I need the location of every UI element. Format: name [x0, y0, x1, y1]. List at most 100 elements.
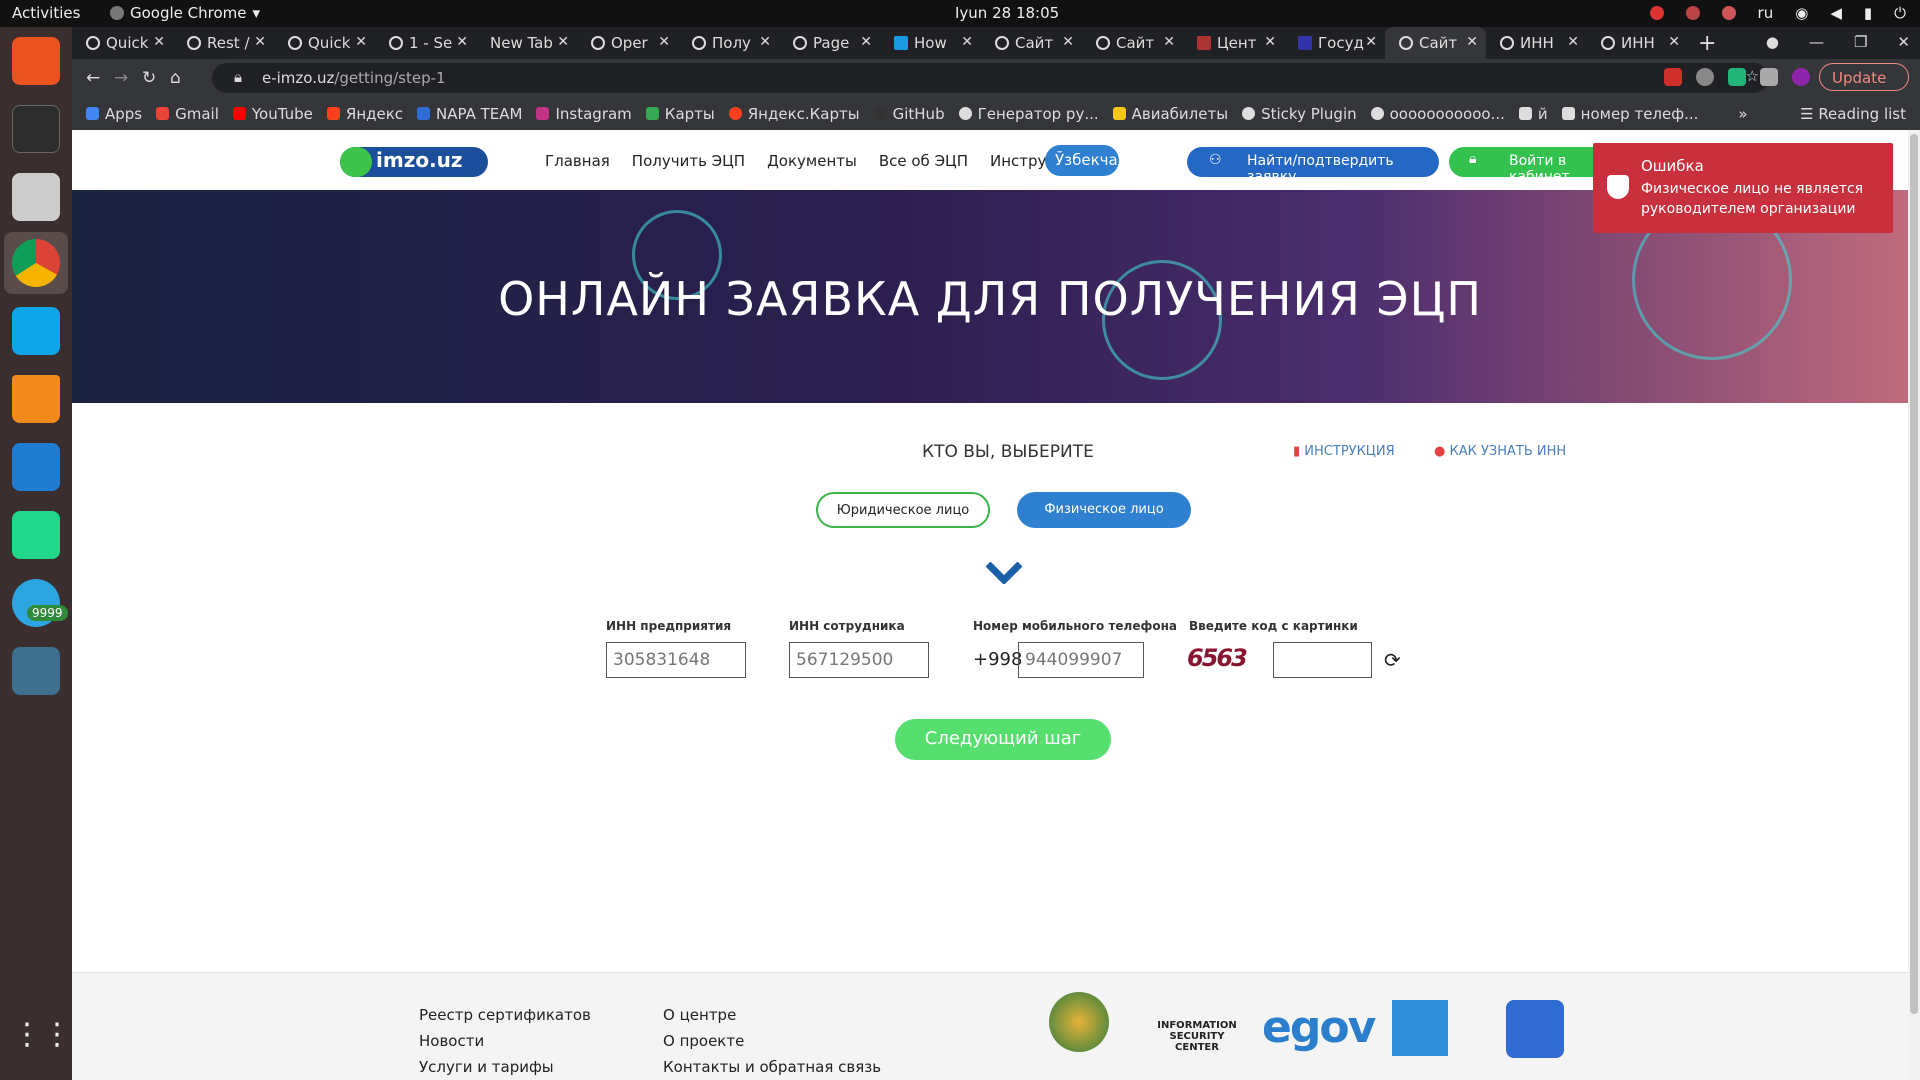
uzbekistan-emblem-icon[interactable] [1049, 992, 1109, 1052]
find-application-button[interactable]: ⚇ Найти/подтвердить заявку [1187, 147, 1439, 185]
bookmark-generator[interactable]: Генератор ру... [958, 105, 1099, 123]
error-toast[interactable]: Ошибка Физическое лицо не является руков… [1593, 143, 1893, 233]
puzzle-icon[interactable] [1760, 68, 1778, 86]
close-tab-icon[interactable]: ✕ [1264, 34, 1276, 50]
browser-tab[interactable]: Rest / ✕ [173, 27, 274, 59]
show-apps-icon[interactable]: ⋮⋮ [12, 1017, 72, 1065]
page-scrollbar[interactable] [1908, 130, 1920, 1080]
back-icon[interactable]: ← [86, 68, 100, 88]
language-button[interactable]: Ўзбекча [1045, 145, 1119, 176]
close-tab-icon[interactable]: ✕ [456, 34, 468, 50]
chrome-icon[interactable] [12, 239, 60, 287]
menu-item-get-ecp[interactable]: Получить ЭЦП [632, 152, 745, 170]
bookmark-napa[interactable]: NAPA TEAM [417, 105, 522, 123]
how-to-know-inn-link[interactable]: ● КАК УЗНАТЬ ИНН [1434, 444, 1566, 459]
bookmark-sticky-plugin[interactable]: Sticky Plugin [1242, 105, 1357, 123]
browser-tab[interactable]: Сайт ✕ [981, 27, 1082, 59]
checkmark-logo-icon[interactable] [1392, 1000, 1448, 1056]
vlc-icon[interactable] [12, 375, 60, 423]
site-logo[interactable]: imzo.uz [340, 147, 488, 177]
close-tab-icon[interactable]: ✕ [1365, 34, 1377, 50]
bookmark-yandex[interactable]: Яндекс [326, 105, 403, 123]
maximize-icon[interactable]: ❐ [1854, 33, 1867, 51]
gov-logo-icon[interactable] [1506, 1000, 1564, 1058]
phone-input[interactable]: 944099907 [1018, 642, 1144, 678]
home-icon[interactable]: ⌂ [170, 68, 181, 88]
new-tab-button[interactable]: + [1698, 31, 1716, 56]
bookmark-y[interactable]: й [1518, 105, 1548, 123]
keyboard-layout[interactable]: ru [1758, 4, 1774, 22]
battery-icon[interactable]: ▮ [1864, 4, 1872, 22]
close-tab-icon[interactable]: ✕ [153, 34, 165, 50]
browser-tab[interactable]: Сайт ✕ [1082, 27, 1183, 59]
menu-item-documents[interactable]: Документы [767, 152, 857, 170]
tab-search-icon[interactable]: ● [1766, 33, 1779, 51]
browser-tab[interactable]: How ✕ [880, 27, 981, 59]
close-tab-icon[interactable]: ✕ [1668, 34, 1680, 50]
app-menu[interactable]: Google Chrome ▾ [110, 4, 260, 22]
webstorm-icon[interactable] [12, 307, 60, 355]
extension-icon-2[interactable] [1728, 68, 1746, 86]
bookmark-instagram[interactable]: Instagram [536, 105, 632, 123]
browser-tab[interactable]: New Tab ✕ [476, 27, 577, 59]
menu-item-about-ecp[interactable]: Все об ЭЦП [879, 152, 968, 170]
close-tab-icon[interactable]: ✕ [658, 34, 670, 50]
browser-tab[interactable]: Page ✕ [779, 27, 880, 59]
close-tab-icon[interactable]: ✕ [1466, 34, 1478, 50]
bookmark-gmail[interactable]: Gmail [156, 105, 219, 123]
pycharm-icon[interactable] [12, 511, 60, 559]
minimize-icon[interactable]: — [1809, 33, 1824, 51]
footer-link-registry[interactable]: Реестр сертификатов [419, 1002, 591, 1028]
power-icon[interactable]: ⏻ [1894, 4, 1906, 22]
reading-list[interactable]: ☰ Reading list [1800, 105, 1906, 123]
instruction-link[interactable]: ▮ ИНСТРУКЦИЯ [1293, 444, 1395, 459]
profile-avatar[interactable] [1792, 68, 1810, 86]
refresh-captcha-icon[interactable]: ⟳ [1384, 648, 1401, 672]
close-tab-icon[interactable]: ✕ [1163, 34, 1175, 50]
close-tab-icon[interactable]: ✕ [557, 34, 569, 50]
clock[interactable]: Iyun 28 18:05 [955, 4, 1059, 22]
software-center-icon[interactable] [12, 37, 60, 85]
bookmark-maps[interactable]: Карты [645, 105, 715, 123]
menu-item-home[interactable]: Главная [545, 152, 610, 170]
bookmark-aviatickets[interactable]: Авиабилеты [1112, 105, 1228, 123]
files-icon[interactable] [12, 173, 60, 221]
bookmark-apps[interactable]: Apps [86, 105, 142, 123]
close-tab-icon[interactable]: ✕ [1062, 34, 1074, 50]
company-inn-input[interactable]: 305831648 [606, 642, 746, 678]
close-window-icon[interactable]: ✕ [1897, 33, 1910, 51]
bookmark-phone[interactable]: номер телеф... [1561, 105, 1698, 123]
physical-person-button[interactable]: Физическое лицо [1017, 492, 1191, 528]
address-bar[interactable]: 🔒︎ e-imzo.uz/getting/step-1 ☆ [212, 63, 1769, 93]
bookmarks-overflow[interactable]: » [1738, 105, 1747, 123]
adblock-icon[interactable] [1664, 68, 1682, 86]
tray-app-icon-3[interactable] [1721, 6, 1736, 20]
reload-icon[interactable]: ↻ [142, 68, 156, 88]
employee-inn-input[interactable]: 567129500 [789, 642, 929, 678]
next-step-button[interactable]: Следующий шаг [895, 719, 1111, 760]
browser-tab[interactable]: Полу ✕ [678, 27, 779, 59]
footer-link-contacts[interactable]: Контакты и обратная связь [663, 1054, 881, 1080]
close-tab-icon[interactable]: ✕ [860, 34, 872, 50]
tray-app-icon-2[interactable] [1685, 6, 1700, 20]
footer-link-news[interactable]: Новости [419, 1028, 591, 1054]
terminal-icon[interactable] [12, 105, 60, 153]
legal-entity-button[interactable]: Юридическое лицо [816, 492, 990, 528]
close-tab-icon[interactable]: ✕ [254, 34, 266, 50]
bookmark-github[interactable]: GitHub [873, 105, 945, 123]
captcha-input[interactable] [1273, 642, 1372, 678]
system-tray[interactable]: ru ◉ ◀ ▮ ⏻ [1649, 4, 1906, 22]
bookmark-youtube[interactable]: YouTube [232, 105, 313, 123]
activities-button[interactable]: Activities [12, 4, 80, 22]
infosec-logo[interactable]: INFORMATION SECURITY CENTER [1152, 1020, 1242, 1053]
bookmark-misc[interactable]: ооооооооооо... [1370, 105, 1505, 123]
browser-tab[interactable]: Госуд ✕ [1284, 27, 1385, 59]
vscode-icon[interactable] [12, 443, 60, 491]
volume-icon[interactable]: ◀ [1830, 4, 1842, 22]
browser-tab[interactable]: Quick ✕ [72, 27, 173, 59]
bookmark-yandex-maps[interactable]: Яндекс.Карты [728, 105, 860, 123]
browser-tab[interactable]: ИНН ✕ [1587, 27, 1688, 59]
egov-logo[interactable]: egov [1262, 1002, 1376, 1053]
browser-tab[interactable]: Цент ✕ [1183, 27, 1284, 59]
browser-tab[interactable]: Oper ✕ [577, 27, 678, 59]
